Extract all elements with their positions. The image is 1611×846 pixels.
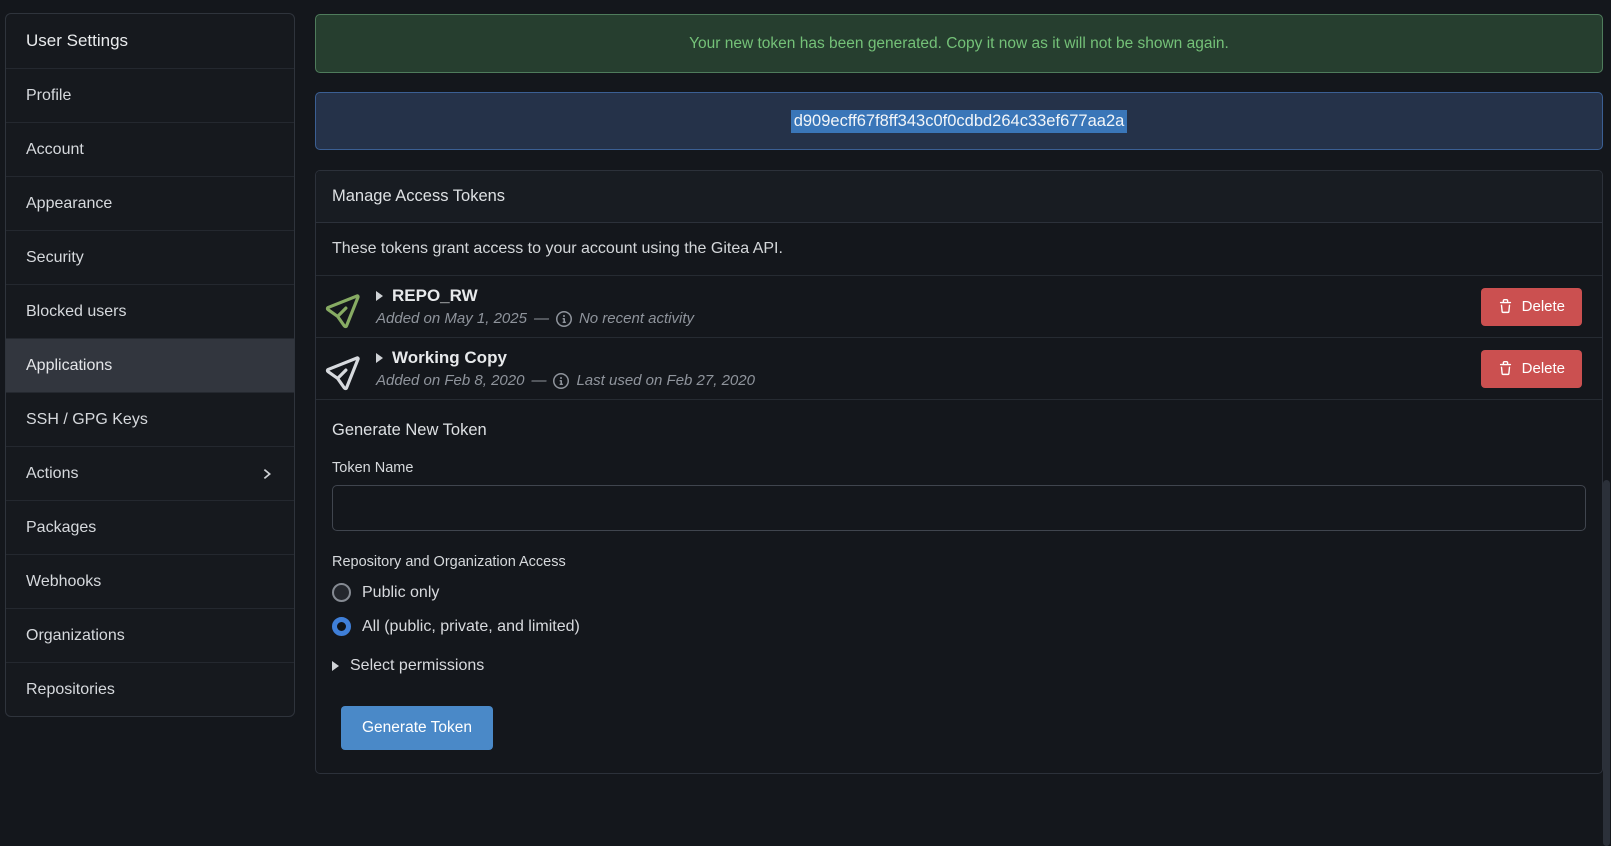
- delete-token-button[interactable]: Delete: [1481, 350, 1582, 388]
- flash-message: Your new token has been generated. Copy …: [689, 35, 1229, 53]
- token-name-line[interactable]: Working Copy: [376, 348, 1469, 368]
- manage-tokens-panel: Manage Access Tokens These tokens grant …: [315, 170, 1603, 774]
- repo-org-access-label: Repository and Organization Access: [332, 554, 1586, 570]
- radio-option-label: Public only: [362, 584, 439, 602]
- meta-separator: —: [534, 310, 549, 327]
- sidebar-item-repositories[interactable]: Repositories: [6, 662, 294, 716]
- token-activity: Last used on Feb 27, 2020: [576, 372, 754, 389]
- sidebar-item-packages[interactable]: Packages: [6, 500, 294, 554]
- radio-option-all[interactable]: All (public, private, and limited): [332, 617, 1586, 636]
- paper-airplane-icon: [323, 344, 371, 392]
- radio-option-label: All (public, private, and limited): [362, 618, 580, 636]
- chevron-right-icon: [260, 467, 274, 481]
- sidebar-item-appearance[interactable]: Appearance: [6, 176, 294, 230]
- trash-icon: [1498, 299, 1513, 314]
- sidebar-item-applications[interactable]: Applications: [6, 338, 294, 392]
- page-scrollbar[interactable]: [1603, 480, 1610, 846]
- new-token-display[interactable]: d909ecff67f8ff343c0f0cdbd264c33ef677aa2a: [315, 92, 1603, 150]
- token-name: REPO_RW: [392, 286, 478, 306]
- token-added-date: Added on May 1, 2025: [376, 310, 527, 327]
- expand-triangle-icon: [332, 661, 339, 671]
- delete-token-button[interactable]: Delete: [1481, 288, 1582, 326]
- token-name-label: Token Name: [332, 460, 1586, 476]
- expand-triangle-icon[interactable]: [376, 291, 383, 301]
- trash-icon: [1498, 361, 1513, 376]
- token-value-selected[interactable]: d909ecff67f8ff343c0f0cdbd264c33ef677aa2a: [791, 110, 1128, 133]
- select-permissions-toggle[interactable]: Select permissions: [332, 657, 1586, 675]
- token-meta: Added on May 1, 2025 — No recent activit…: [376, 310, 1469, 327]
- radio-unselected-icon[interactable]: [332, 583, 351, 602]
- token-name-input[interactable]: [332, 485, 1586, 531]
- info-icon: [556, 311, 572, 327]
- meta-separator: —: [531, 372, 546, 389]
- delete-button-label: Delete: [1522, 360, 1565, 377]
- settings-sidebar: User Settings Profile Account Appearance…: [5, 13, 295, 717]
- sidebar-item-ssh-gpg-keys[interactable]: SSH / GPG Keys: [6, 392, 294, 446]
- token-added-date: Added on Feb 8, 2020: [376, 372, 524, 389]
- select-permissions-label: Select permissions: [350, 657, 484, 675]
- generate-token-section: Generate New Token Token Name Repository…: [316, 400, 1602, 773]
- sidebar-item-organizations[interactable]: Organizations: [6, 608, 294, 662]
- token-name-line[interactable]: REPO_RW: [376, 286, 1469, 306]
- generate-section-title: Generate New Token: [332, 421, 1586, 440]
- generate-token-button[interactable]: Generate Token: [341, 706, 493, 750]
- info-icon: [553, 373, 569, 389]
- sidebar-item-security[interactable]: Security: [6, 230, 294, 284]
- token-row: REPO_RW Added on May 1, 2025 — No recent…: [316, 276, 1602, 338]
- token-row: Working Copy Added on Feb 8, 2020 — Last…: [316, 338, 1602, 400]
- panel-description: These tokens grant access to your accoun…: [316, 223, 1602, 276]
- token-meta: Added on Feb 8, 2020 — Last used on Feb …: [376, 372, 1469, 389]
- panel-title: Manage Access Tokens: [316, 171, 1602, 223]
- token-info: Working Copy Added on Feb 8, 2020 — Last…: [376, 348, 1469, 389]
- sidebar-item-webhooks[interactable]: Webhooks: [6, 554, 294, 608]
- sidebar-item-account[interactable]: Account: [6, 122, 294, 176]
- token-activity: No recent activity: [579, 310, 694, 327]
- sidebar-item-actions[interactable]: Actions: [6, 446, 294, 500]
- delete-button-label: Delete: [1522, 298, 1565, 315]
- flash-success-banner: Your new token has been generated. Copy …: [315, 14, 1603, 73]
- radio-option-public-only[interactable]: Public only: [332, 583, 1586, 602]
- main-content: Your new token has been generated. Copy …: [315, 14, 1603, 774]
- token-name: Working Copy: [392, 348, 507, 368]
- paper-airplane-icon: [323, 282, 371, 330]
- expand-triangle-icon[interactable]: [376, 353, 383, 363]
- token-info: REPO_RW Added on May 1, 2025 — No recent…: [376, 286, 1469, 327]
- radio-selected-icon[interactable]: [332, 617, 351, 636]
- sidebar-title-label: User Settings: [26, 31, 128, 51]
- sidebar-item-profile[interactable]: Profile: [6, 68, 294, 122]
- sidebar-title: User Settings: [6, 14, 294, 68]
- sidebar-item-blocked-users[interactable]: Blocked users: [6, 284, 294, 338]
